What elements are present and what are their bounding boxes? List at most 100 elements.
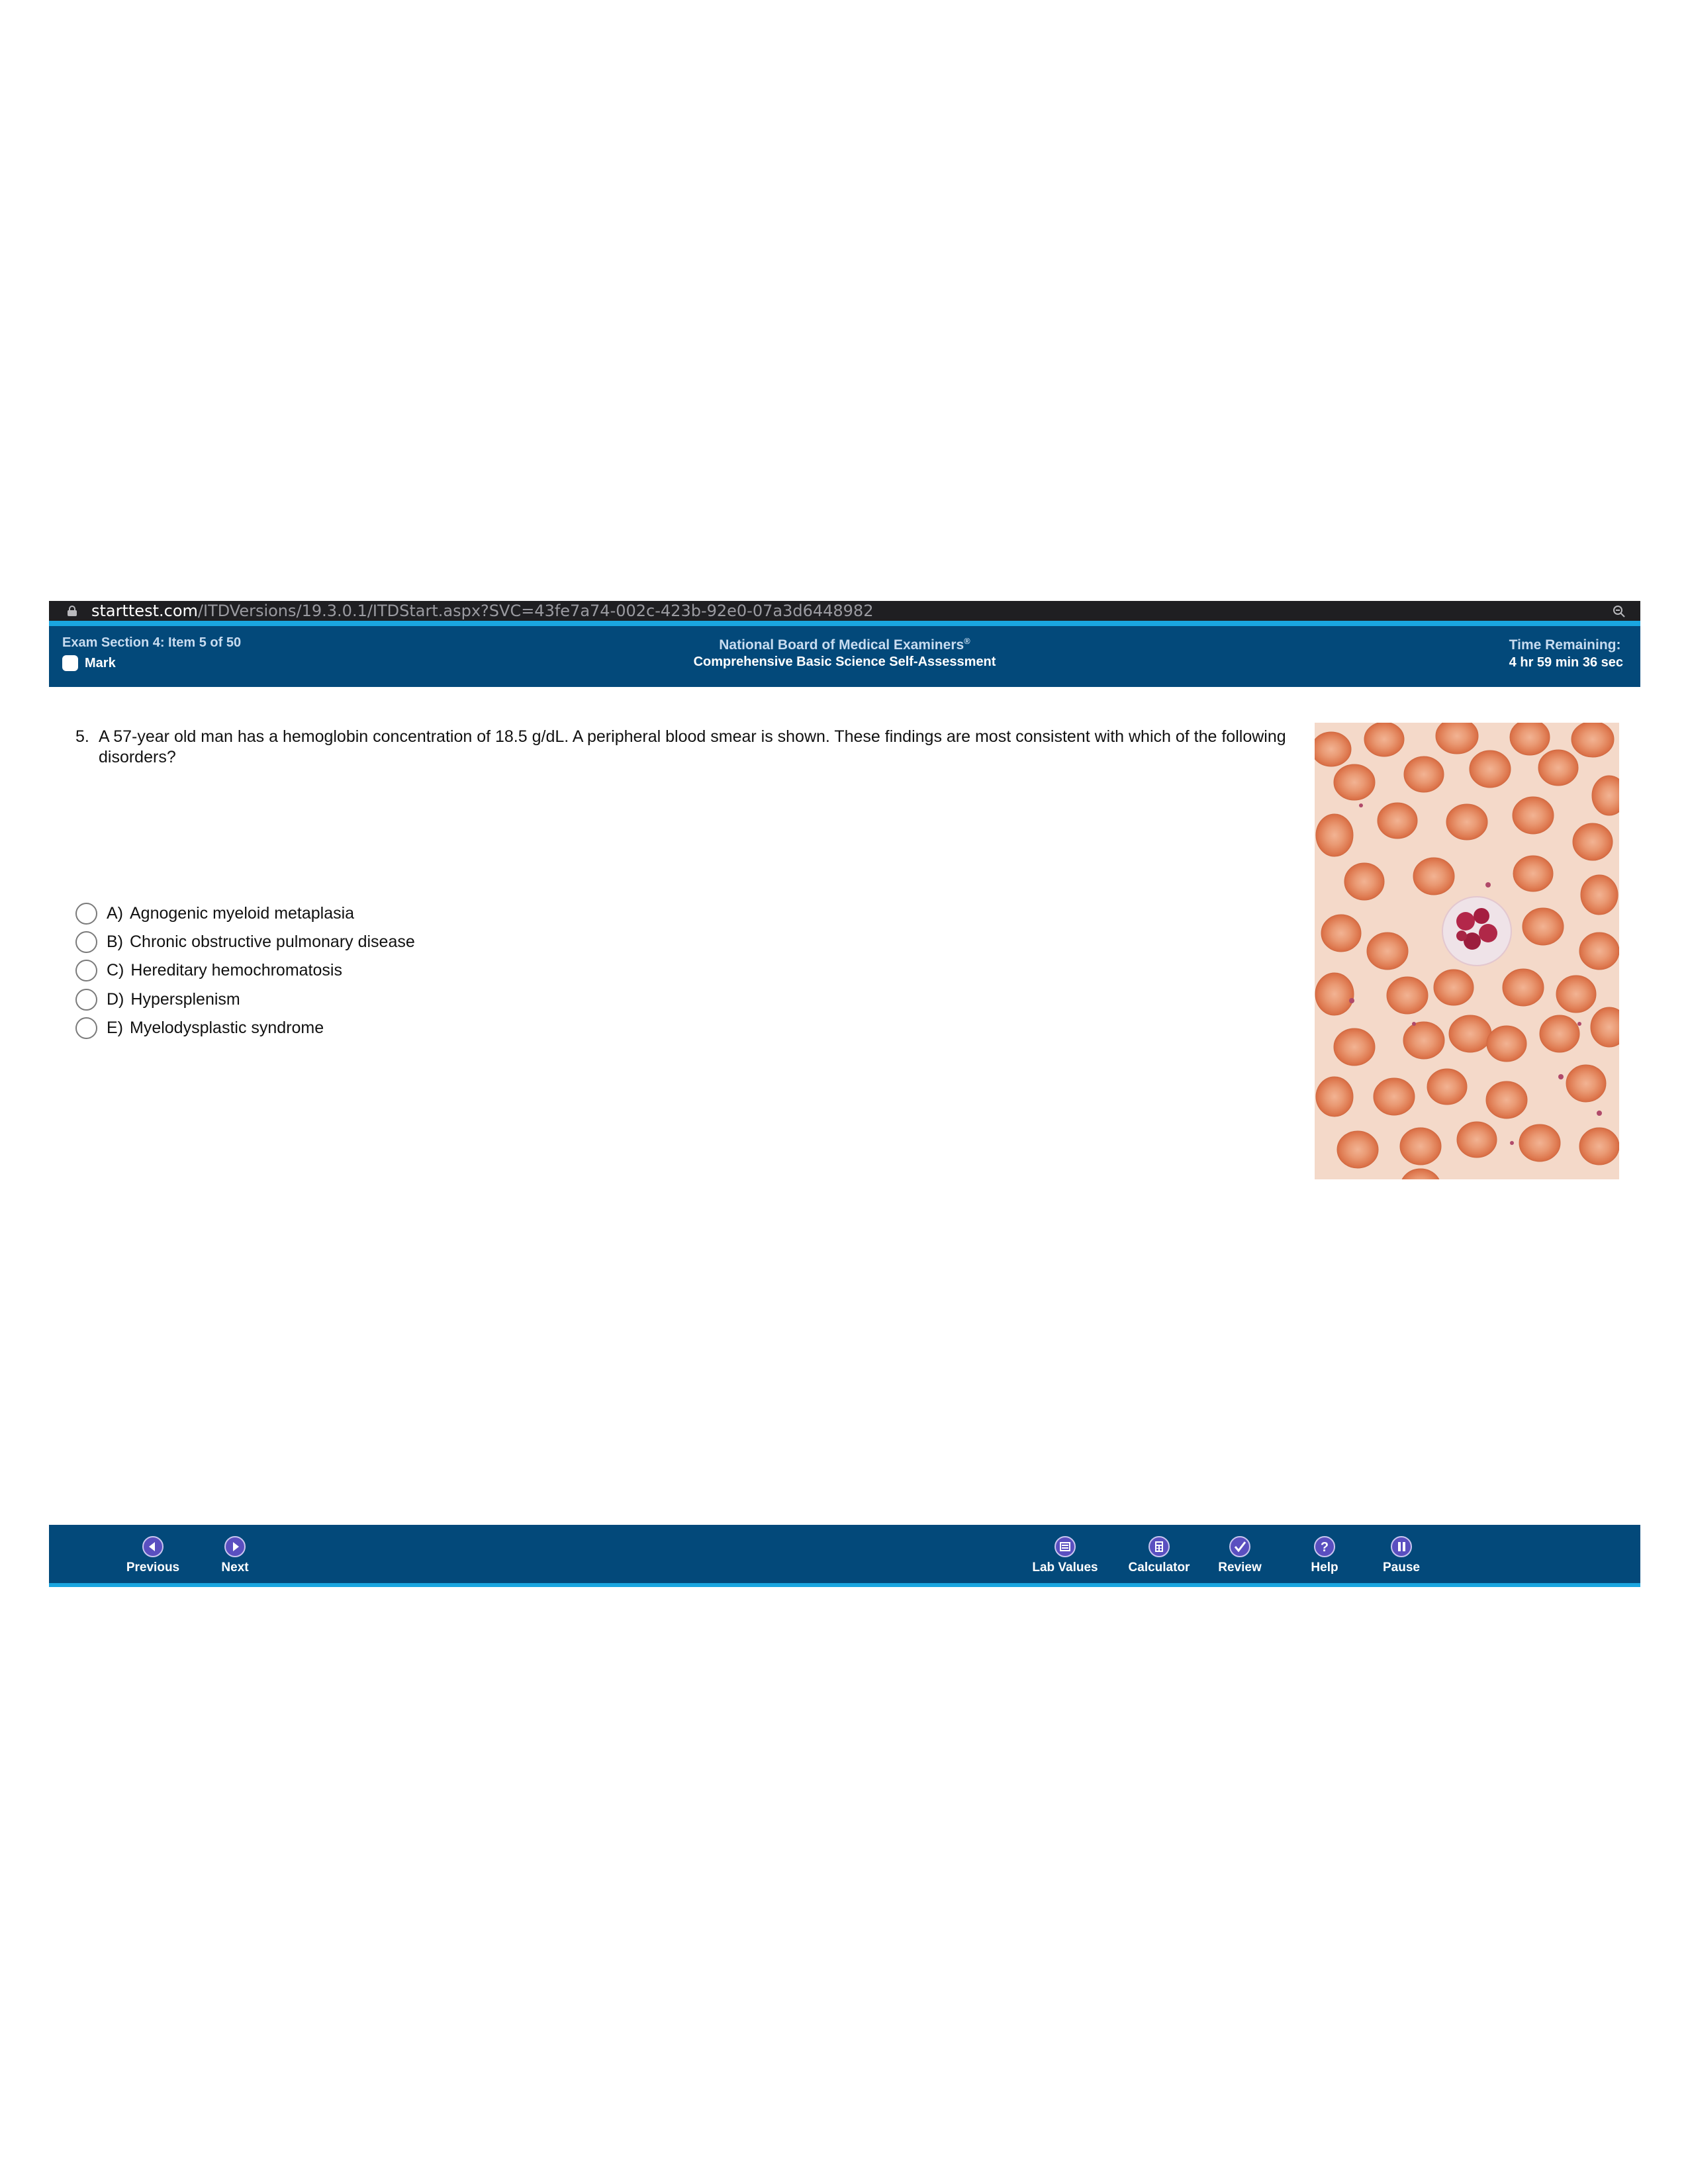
url-host: starttest.com — [91, 602, 198, 620]
red-blood-cell — [1366, 932, 1409, 970]
red-blood-cell — [1512, 796, 1554, 835]
red-blood-cell — [1315, 1076, 1354, 1117]
option-text: Myelodysplastic syndrome — [130, 1018, 324, 1037]
header-accent-stripe — [49, 621, 1640, 626]
red-blood-cell — [1403, 1021, 1445, 1060]
red-blood-cell — [1373, 1077, 1415, 1116]
radio-button[interactable] — [75, 902, 97, 925]
radio-button[interactable] — [75, 931, 97, 953]
red-blood-cell — [1321, 914, 1362, 952]
lab-values-button[interactable]: Lab Values — [1029, 1535, 1102, 1582]
red-blood-cell — [1579, 1127, 1619, 1165]
red-blood-cell — [1513, 855, 1554, 892]
previous-button[interactable]: Previous — [117, 1535, 189, 1582]
exam-header: Exam Section 4: Item 5 of 50 Mark Nation… — [49, 626, 1640, 687]
exam-window: starttest.com/ITDVersions/19.3.0.1/ITDSt… — [49, 601, 1640, 1587]
red-blood-cell — [1539, 1015, 1580, 1053]
footer-accent-stripe — [49, 1583, 1640, 1587]
red-blood-cell — [1469, 750, 1511, 788]
pause-icon — [1391, 1536, 1412, 1557]
svg-text:?: ? — [1321, 1540, 1329, 1555]
red-blood-cell — [1456, 1121, 1497, 1158]
red-blood-cell — [1538, 749, 1579, 786]
calculator-icon — [1149, 1536, 1170, 1557]
pause-label: Pause — [1383, 1561, 1420, 1574]
option-letter: B) — [107, 932, 123, 951]
red-blood-cell — [1315, 972, 1354, 1016]
red-blood-cell — [1572, 823, 1613, 861]
review-button[interactable]: Review — [1203, 1535, 1276, 1582]
exam-title: Comprehensive Basic Science Self-Assessm… — [693, 655, 996, 669]
review-checkmark-icon — [1229, 1536, 1250, 1557]
help-question-icon: ? — [1314, 1536, 1335, 1557]
red-blood-cell — [1580, 874, 1618, 915]
pause-button[interactable]: Pause — [1365, 1535, 1438, 1582]
red-blood-cell — [1427, 1068, 1468, 1105]
red-blood-cell — [1413, 857, 1455, 895]
red-blood-cell — [1344, 862, 1385, 901]
previous-arrow-icon — [142, 1536, 164, 1557]
red-blood-cell — [1315, 731, 1352, 767]
zoom-out-icon[interactable] — [1613, 605, 1626, 618]
red-blood-cell — [1571, 723, 1615, 758]
question-number: 5. — [75, 727, 89, 746]
red-blood-cell — [1486, 1025, 1527, 1062]
red-blood-cell — [1364, 723, 1405, 757]
help-label: Help — [1311, 1561, 1338, 1574]
answer-option-a[interactable]: A) Agnogenic myeloid metaplasia — [75, 901, 539, 925]
calculator-label: Calculator — [1128, 1561, 1190, 1574]
previous-label: Previous — [126, 1561, 180, 1574]
help-button[interactable]: ? Help — [1288, 1535, 1361, 1582]
radio-button[interactable] — [75, 959, 97, 981]
next-label: Next — [221, 1561, 249, 1574]
red-blood-cell — [1502, 968, 1544, 1007]
option-letter: A) — [107, 903, 123, 923]
answer-option-b[interactable]: B) Chronic obstructive pulmonary disease — [75, 930, 539, 954]
red-blood-cell — [1433, 969, 1474, 1006]
radio-button[interactable] — [75, 1017, 97, 1039]
exam-title-block: National Board of Medical Examiners® Com… — [49, 633, 1640, 670]
red-blood-cell — [1403, 756, 1444, 793]
red-blood-cell — [1333, 764, 1376, 801]
option-letter: E) — [107, 1018, 123, 1037]
red-blood-cell — [1386, 976, 1429, 1015]
lock-icon — [68, 606, 77, 616]
option-text: Agnogenic myeloid metaplasia — [130, 903, 355, 923]
red-blood-cell — [1579, 932, 1619, 970]
lab-values-label: Lab Values — [1032, 1561, 1098, 1574]
organization-name: National Board of Medical Examiners® — [719, 636, 970, 653]
red-blood-cell — [1333, 1028, 1376, 1066]
option-text: Hereditary hemochromatosis — [130, 960, 342, 979]
url-path: /ITDVersions/19.3.0.1/ITDStart.aspx?SVC=… — [197, 602, 874, 620]
option-letter: D) — [107, 989, 124, 1009]
red-blood-cell — [1377, 802, 1418, 839]
next-arrow-icon — [224, 1536, 246, 1557]
red-blood-cell — [1399, 1127, 1442, 1165]
red-blood-cell — [1519, 1124, 1561, 1162]
answer-option-d[interactable]: D) Hypersplenism — [75, 987, 539, 1011]
review-label: Review — [1218, 1561, 1262, 1574]
time-remaining-value: 4 hr 59 min 36 sec — [1509, 655, 1623, 670]
footer-top — [49, 1525, 1640, 1530]
timer: Time Remaining: 4 hr 59 min 36 sec — [1509, 637, 1623, 671]
red-blood-cell — [1566, 1064, 1607, 1103]
red-blood-cell — [1522, 907, 1564, 946]
answer-option-e[interactable]: E) Myelodysplastic syndrome — [75, 1016, 539, 1040]
next-button[interactable]: Next — [199, 1535, 271, 1582]
registered-mark: ® — [964, 636, 970, 646]
url-text[interactable]: starttest.com/ITDVersions/19.3.0.1/ITDSt… — [91, 603, 873, 619]
red-blood-cell — [1509, 723, 1550, 756]
calculator-button[interactable]: Calculator — [1123, 1535, 1196, 1582]
red-blood-cell — [1448, 1015, 1492, 1053]
red-blood-cell — [1315, 813, 1354, 857]
neutrophil — [1442, 896, 1512, 966]
radio-button[interactable] — [75, 988, 97, 1011]
option-letter: C) — [107, 960, 124, 979]
option-text: Hypersplenism — [130, 989, 240, 1009]
browser-address-bar[interactable]: starttest.com/ITDVersions/19.3.0.1/ITDSt… — [49, 601, 1640, 621]
option-text: Chronic obstructive pulmonary disease — [130, 932, 415, 951]
red-blood-cell — [1485, 1081, 1528, 1119]
blood-smear-image — [1315, 723, 1619, 1179]
answer-option-c[interactable]: C) Hereditary hemochromatosis — [75, 958, 539, 982]
red-blood-cell — [1336, 1130, 1379, 1169]
